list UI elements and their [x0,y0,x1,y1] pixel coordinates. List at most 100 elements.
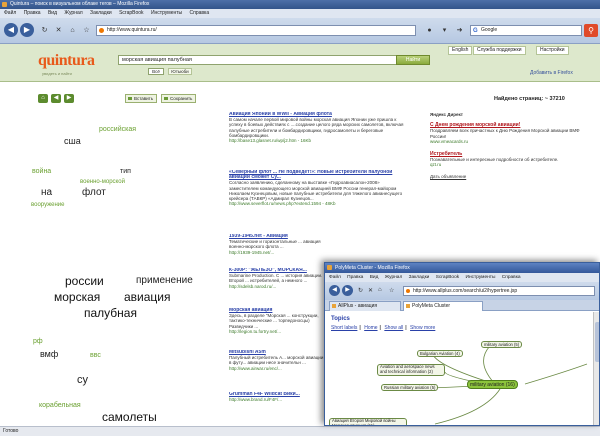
cluster-node[interactable]: Авиация Второй Мировой войны Морская ави… [329,418,407,425]
cluster-node[interactable]: Aviation and aerospace news and technica… [377,364,445,376]
cloud-word[interactable]: морская [54,290,100,304]
polymeta-scrollbar[interactable] [593,312,599,425]
cloud-word[interactable]: ввс [90,352,101,359]
forward-icon[interactable]: ▶ [64,94,74,103]
rss-icon[interactable]: ● [425,26,434,35]
cloud-word[interactable]: вмф [40,349,58,359]
web-search-input[interactable]: G Google [470,25,582,36]
cloud-word[interactable]: самолеты [102,410,157,424]
tab-allplus[interactable]: AllPlus - авиация [329,301,401,311]
reload-icon[interactable]: ↻ [40,26,49,35]
cloud-word[interactable]: российская [99,126,136,133]
result-url[interactable]: http://base13.glasnet.ru/wp/j2.htm - 16K… [229,138,409,143]
menu-history[interactable]: Журнал [64,10,82,16]
menu-bookmarks[interactable]: Закладки [90,10,112,16]
stop-icon[interactable]: ✕ [368,287,373,294]
cloud-word[interactable]: вооружение [31,202,64,208]
site-favicon [406,289,410,293]
menu-history[interactable]: Журнал [385,275,403,280]
cloud-word[interactable]: рф [33,338,43,345]
address-bar[interactable]: http://www.quintura.ru/ [96,25,416,36]
result-title[interactable]: «Северный флот ... Не подведёт!»: Новые … [229,170,409,180]
forward-icon[interactable]: ▶ [342,285,353,296]
go-arrow-icon[interactable]: ➜ [455,26,464,35]
menu-file[interactable]: Файл [4,10,16,16]
cloud-word[interactable]: авиация [124,290,171,304]
ad-url[interactable]: www.vmeacards.ru [430,139,580,144]
cloud-word[interactable]: корабельная [39,402,81,409]
cloud-word[interactable]: на [41,187,52,198]
menu-tools[interactable]: Инструменты [151,10,182,16]
ad-place-link[interactable]: Дать объявление [430,174,580,179]
menu-tools[interactable]: Инструменты [466,275,496,280]
menu-help[interactable]: Справка [190,10,210,16]
cloud-word[interactable]: флот [82,187,106,198]
hypertree-edges [424,345,588,425]
cluster-node[interactable]: military aviation (5) [481,341,523,348]
cloud-word[interactable]: тип [120,168,131,175]
bookmark-icon[interactable]: ☆ [389,287,394,294]
ad-url-2[interactable]: qzt.ru [430,162,580,167]
back-icon[interactable]: ◀ [51,94,61,103]
result-url[interactable]: http://www.severflot.ru/news.php?extend.… [229,201,409,206]
scrollbar-thumb[interactable] [595,322,599,362]
cloud-word[interactable]: война [32,168,51,175]
cloud-word[interactable]: палубная [84,306,137,320]
search-icon[interactable]: ⚲ [584,24,598,37]
polymeta-nav-toolbar: ◀ ▶ ↻ ✕ ⌂ ☆ http://www.allplus.com/searc… [325,282,599,300]
ad-provider[interactable]: Яндекс Директ [430,112,580,117]
result-item: К-300Р: "ЖЕЛЕЗО", МОРСКАЯ... Submarine P… [229,268,324,302]
find-button[interactable]: Найти [396,55,430,65]
save-button[interactable]: Сохранить [161,94,197,103]
stop-icon[interactable]: ✕ [54,26,63,35]
support-link[interactable]: Служба поддержки [473,46,526,55]
menu-view[interactable]: Вид [48,10,57,16]
quintura-logo[interactable]: quintura [38,52,95,70]
dropdown-icon[interactable]: ▾ [440,26,449,35]
result-url[interactable]: http://1939-1945.net/... [229,250,324,255]
result-url[interactable]: http://www.brand.ru/F4F/... [229,397,324,402]
back-icon[interactable]: ◀ [4,23,18,37]
option-youtube[interactable]: Ютьюби [168,68,192,75]
back-icon[interactable]: ◀ [329,285,340,296]
result-url[interactable]: http://sdelsb.narod.ru/... [229,284,324,289]
polymeta-tab-strip: AllPlus - авиация PolyMeta Cluster [325,300,599,311]
cloud-word[interactable]: сша [64,136,81,146]
polymeta-title: PolyMeta Cluster - Mozilla Firefox [335,265,410,271]
tab-polymeta-cluster[interactable]: PolyMeta Cluster [403,301,483,311]
cluster-node[interactable]: Bulgarian Aviation (4) [417,350,463,357]
home-icon[interactable]: ⌂ [378,287,382,293]
result-url[interactable]: http://legion.tu.fortry.net/... [229,329,324,334]
result-item: Авиация Японии в WWII - Авиация флота В … [229,112,409,160]
menu-scrapbook[interactable]: ScrapBook [436,275,459,280]
polymeta-address-bar[interactable]: http://www.allplus.com/search/ui2/hypert… [403,286,595,296]
add-to-firefox-link[interactable]: Добавить в Firefox [530,70,573,76]
forward-icon[interactable]: ▶ [20,23,34,37]
cloud-word[interactable]: су [77,374,88,386]
home-icon[interactable]: ⌂ [68,26,77,35]
reload-icon[interactable]: ↻ [358,287,363,294]
cluster-node-selected[interactable]: military aviation (16) [467,380,518,389]
settings-link[interactable]: Настройки [536,46,569,55]
cloud-word[interactable]: применение [136,275,193,286]
english-link[interactable]: English [448,46,473,55]
menu-view[interactable]: Вид [370,275,379,280]
cloud-word[interactable]: военно-морской [80,179,125,185]
menu-file[interactable]: Файл [329,275,341,280]
menu-edit[interactable]: Правка [347,275,363,280]
option-all[interactable]: Всё [148,68,164,75]
bookmark-icon[interactable]: ☆ [82,26,91,35]
menu-scrapbook[interactable]: ScrapBook [119,10,143,16]
cloud-word[interactable]: россии [65,274,104,288]
cluster-node[interactable]: Russian military aviation (5) [381,384,439,391]
insert-button[interactable]: Вставить [125,94,158,103]
result-item: «Северный флот ... Не подведёт!»: Новые … [229,170,409,226]
query-input[interactable]: морская авиация палубная [118,55,403,65]
result-item: 1939-1945.net - Авиация Тематические и г… [229,234,324,262]
menu-help[interactable]: Справка [502,275,521,280]
result-url[interactable]: http://www.airwar.ru/enc/... [229,366,324,371]
address-url: http://www.quintura.ru/ [107,27,157,33]
menu-bookmarks[interactable]: Закладки [409,275,430,280]
home-icon[interactable]: ⌂ [38,94,48,103]
menu-edit[interactable]: Правка [24,10,41,16]
